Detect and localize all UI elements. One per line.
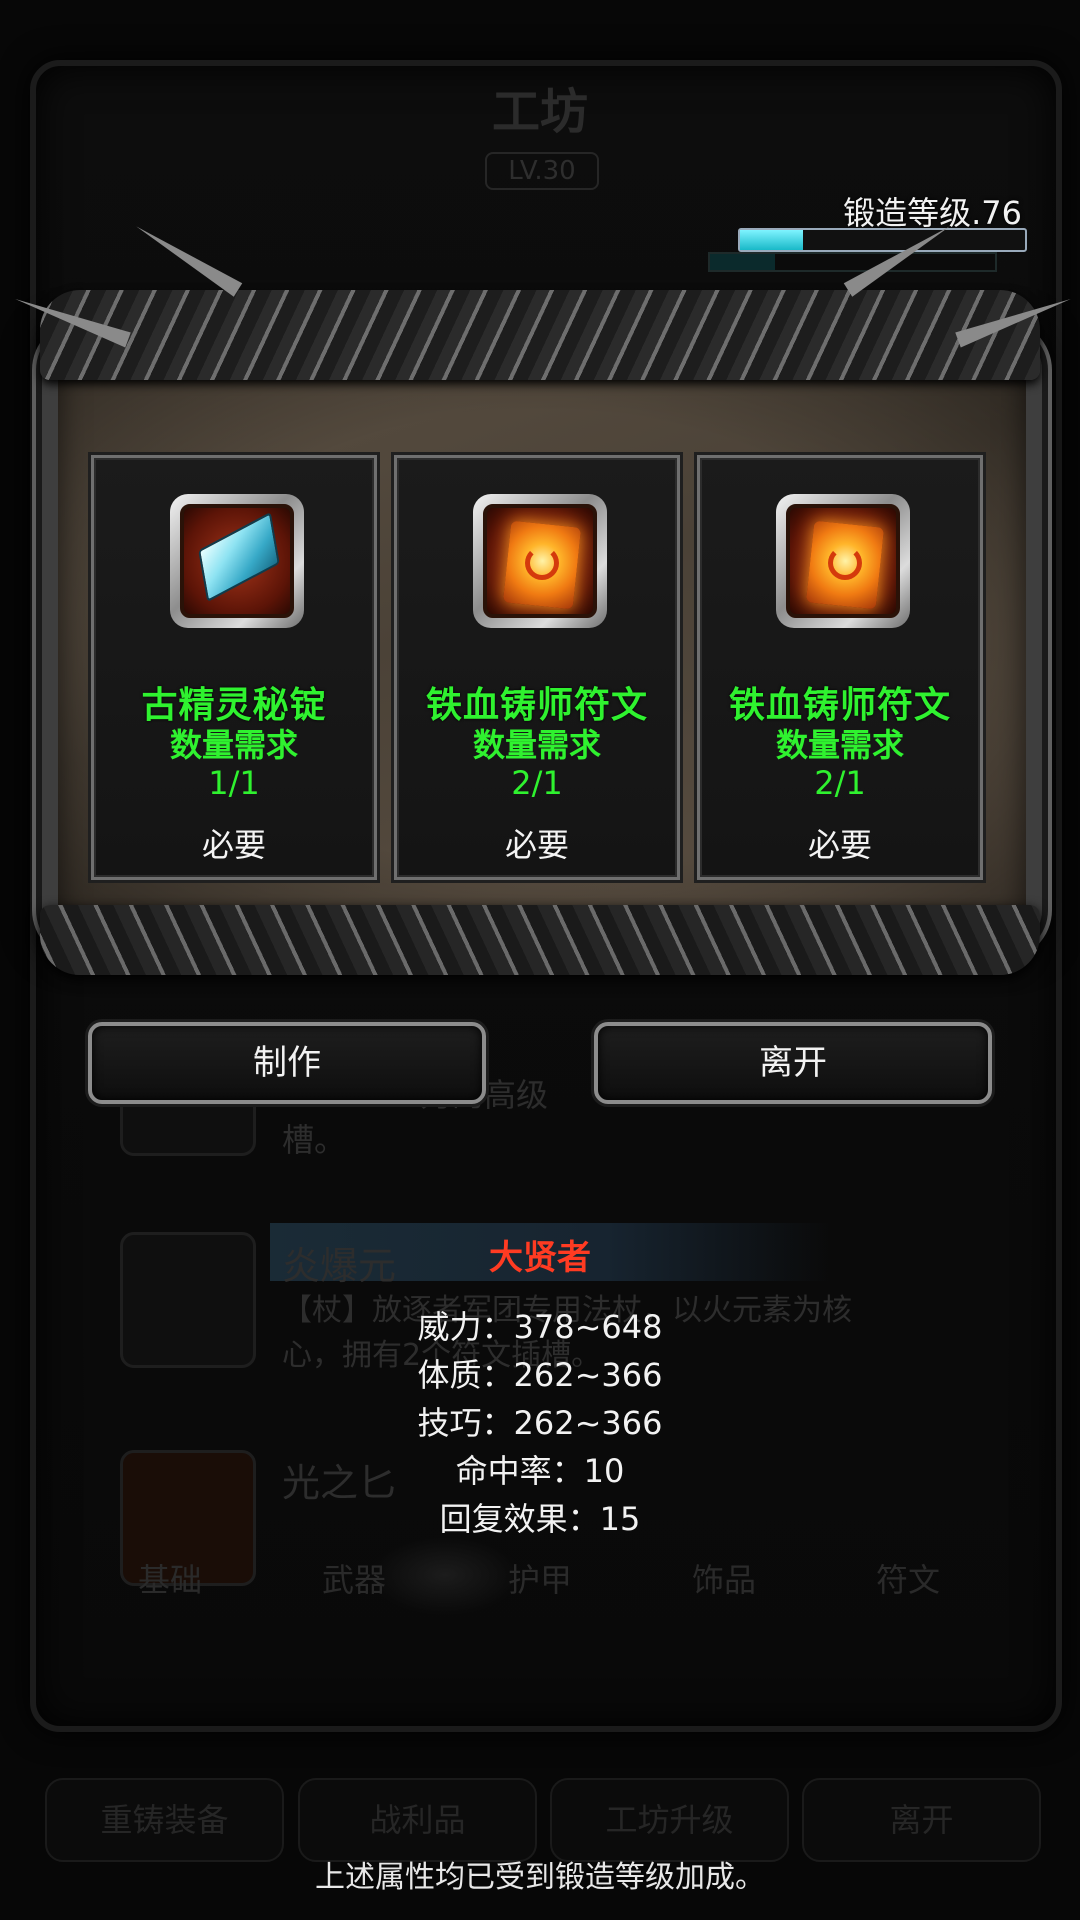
item-stat-recovery: 回复效果：15	[439, 1500, 641, 1538]
workshop-level-badge: LV.30	[485, 152, 599, 190]
material-card: 古精灵秘锭 数量需求 1/1 必要	[88, 452, 380, 883]
material-required-label: 必要	[807, 826, 872, 864]
material-count: 1/1	[208, 764, 260, 802]
fire-rune-icon	[483, 504, 597, 618]
item-name: 大贤者	[489, 1238, 591, 1278]
background-category-tabs: 基础 武器 护甲 饰品 符文	[90, 1535, 990, 1625]
loot-button: 战利品	[298, 1778, 537, 1862]
forge-level-progress-fill	[740, 230, 803, 250]
material-requirement-label: 数量需求	[472, 726, 601, 764]
craft-button[interactable]: 制作	[88, 1022, 486, 1104]
tab-accessory: 饰品	[692, 1561, 757, 1599]
ornate-frame-top	[40, 290, 1040, 380]
item-stat-constitution: 体质：262~366	[417, 1356, 663, 1394]
tab-basic: 基础	[138, 1561, 203, 1599]
ornate-frame-bottom	[40, 905, 1040, 975]
material-requirement-label: 数量需求	[775, 726, 904, 764]
material-count: 2/1	[814, 764, 866, 802]
material-card: 铁血铸师符文 数量需求 2/1 必要	[694, 452, 986, 883]
material-icon-frame	[170, 494, 304, 628]
forge-level-progress-bar	[738, 228, 1027, 252]
tab-rune: 符文	[876, 1561, 941, 1599]
material-required-label: 必要	[201, 826, 266, 864]
material-count: 2/1	[511, 764, 563, 802]
crystal-ingot-icon	[180, 504, 294, 618]
tab-armor: 护甲	[508, 1561, 573, 1599]
fire-rune-icon	[786, 504, 900, 618]
item-stat-hit-rate: 命中率：10	[455, 1452, 625, 1490]
material-requirement-label: 数量需求	[169, 726, 298, 764]
material-icon-frame	[473, 494, 607, 628]
background-forge-bar	[708, 252, 997, 272]
material-required-label: 必要	[504, 826, 569, 864]
background-leave-button: 离开	[802, 1778, 1041, 1862]
workshop-title: 工坊	[491, 84, 588, 140]
tab-weapon: 武器	[322, 1561, 387, 1599]
footer-note: 上述属性均已受到锻造等级加成。	[315, 1860, 765, 1895]
workshop-upgrade-button: 工坊升级	[550, 1778, 789, 1862]
material-icon-frame	[776, 494, 910, 628]
background-item-desc: 槽。	[282, 1121, 347, 1159]
leave-button[interactable]: 离开	[594, 1022, 992, 1104]
reforge-button: 重铸装备	[45, 1778, 284, 1862]
item-stat-skill: 技巧：262~366	[417, 1404, 663, 1442]
item-stat-power: 威力：378~648	[417, 1308, 663, 1346]
material-card: 铁血铸师符文 数量需求 2/1 必要	[391, 452, 683, 883]
